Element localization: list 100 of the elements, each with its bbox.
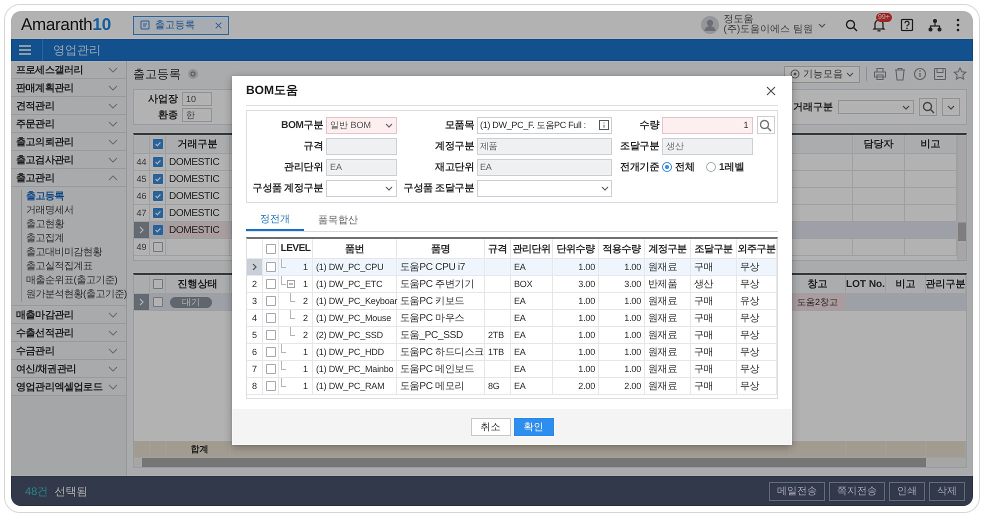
sidebar-item[interactable]: 출고관리 xyxy=(11,169,126,187)
sidebar-item[interactable]: 판매계획관리 xyxy=(11,79,126,97)
column-header[interactable]: 품명 xyxy=(397,239,485,258)
row-number: 5 xyxy=(247,327,263,343)
field-label: 환종 xyxy=(157,109,178,122)
column-header[interactable]: 관리구분 xyxy=(926,275,966,293)
table-cell: EA xyxy=(511,361,553,377)
sidebar-item[interactable]: 수출선적관리 xyxy=(11,324,126,342)
action-button[interactable]: 메일전송 xyxy=(769,482,825,500)
table-cell: EA xyxy=(511,259,553,275)
table-cell: DOMESTIC xyxy=(166,205,230,221)
table-cell: 원재료 xyxy=(645,259,691,275)
sidebar-subitem[interactable]: 원가분석현황(출고기준) xyxy=(21,288,126,302)
sidebar-subitem[interactable]: 거래명세서 xyxy=(21,204,126,218)
sidebar-item[interactable]: 여신/채권관리 xyxy=(11,360,126,378)
field-label: 전개기준 xyxy=(619,161,659,174)
select-field[interactable]: 일반 BOM xyxy=(326,116,397,134)
action-button[interactable]: 인쇄 xyxy=(889,482,925,500)
table-cell: 도움PC 하드디스크 xyxy=(397,344,485,360)
table-cell: 2.00 xyxy=(553,378,599,394)
table-cell: (1) DW_PC_Mouse xyxy=(313,310,397,326)
input-field[interactable]: 10 xyxy=(182,92,212,106)
sidebar-subitem[interactable]: 출고대비미감현황 xyxy=(21,246,126,260)
table-cell: 무상 xyxy=(737,344,777,360)
sidebar-item[interactable]: 출고의뢰관리 xyxy=(11,133,126,151)
selection-label: 선택됨 xyxy=(54,484,88,498)
column-header[interactable]: 진행상태 xyxy=(166,275,230,293)
action-button[interactable]: 삭제 xyxy=(929,482,965,500)
row-number: 2 xyxy=(247,276,263,292)
sidebar-subitem[interactable]: 매출순위표(출고기준) xyxy=(21,274,126,288)
action-button[interactable]: 쪽지전송 xyxy=(829,482,885,500)
sidebar-subitem[interactable]: 출고집계 xyxy=(21,232,126,246)
table-cell: 1 xyxy=(302,381,308,391)
table-cell: 1.00 xyxy=(553,327,599,343)
table-cell: 원재료 xyxy=(645,327,691,343)
table-cell: 무상 xyxy=(737,378,777,394)
table-cell: 구매 xyxy=(691,344,737,360)
input-field[interactable]: 1 xyxy=(662,116,753,134)
sidebar-item[interactable]: 출고검사관리 xyxy=(11,151,126,169)
column-header[interactable]: 비고 xyxy=(886,275,926,293)
user-org: (주)도움이에스 팀원 xyxy=(724,25,813,35)
column-header[interactable]: 담당자 xyxy=(853,135,905,153)
table-cell: 1.00 xyxy=(599,327,645,343)
table-cell: 원재료 xyxy=(645,344,691,360)
table-cell: 도움PC 메인보드 xyxy=(397,361,485,377)
sidebar-subitem[interactable]: 출고현황 xyxy=(21,218,126,232)
column-header[interactable]: 계정구분 xyxy=(645,239,691,258)
total-label: 합계 xyxy=(166,441,230,457)
column-header[interactable]: 품번 xyxy=(313,239,397,258)
column-header[interactable]: 거래구분 xyxy=(166,135,230,153)
column-header[interactable]: 규격 xyxy=(485,239,511,258)
table-cell: BOX xyxy=(511,276,553,292)
lookup-field[interactable]: (1) DW_PC_F. 도움PC Full : xyxy=(477,116,612,134)
tab[interactable]: 품목합산 xyxy=(304,208,372,231)
table-cell: 1 xyxy=(302,364,308,374)
table-cell: 무상 xyxy=(737,259,777,275)
page-tab[interactable]: 출고등록 xyxy=(133,16,230,34)
table-cell: 1.00 xyxy=(553,293,599,309)
sidebar-item[interactable]: 견적관리 xyxy=(11,97,126,115)
sidebar-item[interactable]: 매출마감관리 xyxy=(11,306,126,324)
table-cell: 도움PC 메모리 xyxy=(397,378,485,394)
sidebar-subitem[interactable]: 출고실적집계표 xyxy=(21,260,126,274)
logo-version: 10 xyxy=(92,15,112,35)
table-cell: DOMESTIC xyxy=(166,171,230,187)
table-cell: 1 xyxy=(302,262,308,272)
field-label: 수량 xyxy=(638,119,659,132)
table-cell: 2TB xyxy=(485,327,511,343)
cancel-button[interactable]: 취소 xyxy=(470,418,510,436)
table-cell: 1 xyxy=(302,279,308,289)
column-header[interactable]: 단위수량 xyxy=(553,239,599,258)
input-field[interactable]: 한 xyxy=(182,108,212,122)
table-cell: 원재료 xyxy=(645,293,691,309)
sidebar-item[interactable]: 프로세스갤러리 xyxy=(11,61,126,79)
tab[interactable]: 정전개 xyxy=(246,208,304,231)
column-header[interactable]: 외주구분 xyxy=(737,239,777,258)
table-cell: 반제품 xyxy=(645,276,691,292)
table-cell: 8G xyxy=(485,378,511,394)
sidebar-item[interactable]: 주문관리 xyxy=(11,115,126,133)
field-label: 재고단위 xyxy=(434,161,474,174)
field-label: 관리단위 xyxy=(283,161,323,174)
sidebar-subitem[interactable]: 출고등록 xyxy=(21,190,126,204)
column-header[interactable]: LEVEL xyxy=(279,239,313,258)
table-row[interactable]: 1 (1) DW_PC_CPU 도움PC CPU i7 EA 1.00 1.00 원재료 구매 무상 xyxy=(247,259,777,276)
row-number: 4 xyxy=(247,310,263,326)
table-cell: EA xyxy=(511,378,553,394)
sidebar-item[interactable]: 영업관리엑셀업로드 xyxy=(11,378,126,396)
field-label: 거래구분 xyxy=(793,101,833,114)
row-number: 44 xyxy=(134,154,150,170)
table-cell: (1) DW_PC_RAM xyxy=(313,378,397,394)
column-header[interactable]: 관리단위 xyxy=(511,239,553,258)
table-cell: 2.00 xyxy=(599,378,645,394)
table-cell: 무상 xyxy=(737,361,777,377)
row-number: 3 xyxy=(247,293,263,309)
column-header[interactable]: LOT No. xyxy=(846,275,886,293)
table-cell: (1) DW_PC_Keyboar xyxy=(313,293,397,309)
column-header[interactable]: 조달구분 xyxy=(691,239,737,258)
function-menu-button[interactable]: 기능모음 xyxy=(784,66,860,82)
field-label: 계정구분 xyxy=(434,140,474,153)
column-header[interactable]: 적용수량 xyxy=(599,239,645,258)
sidebar-item[interactable]: 수금관리 xyxy=(11,342,126,360)
